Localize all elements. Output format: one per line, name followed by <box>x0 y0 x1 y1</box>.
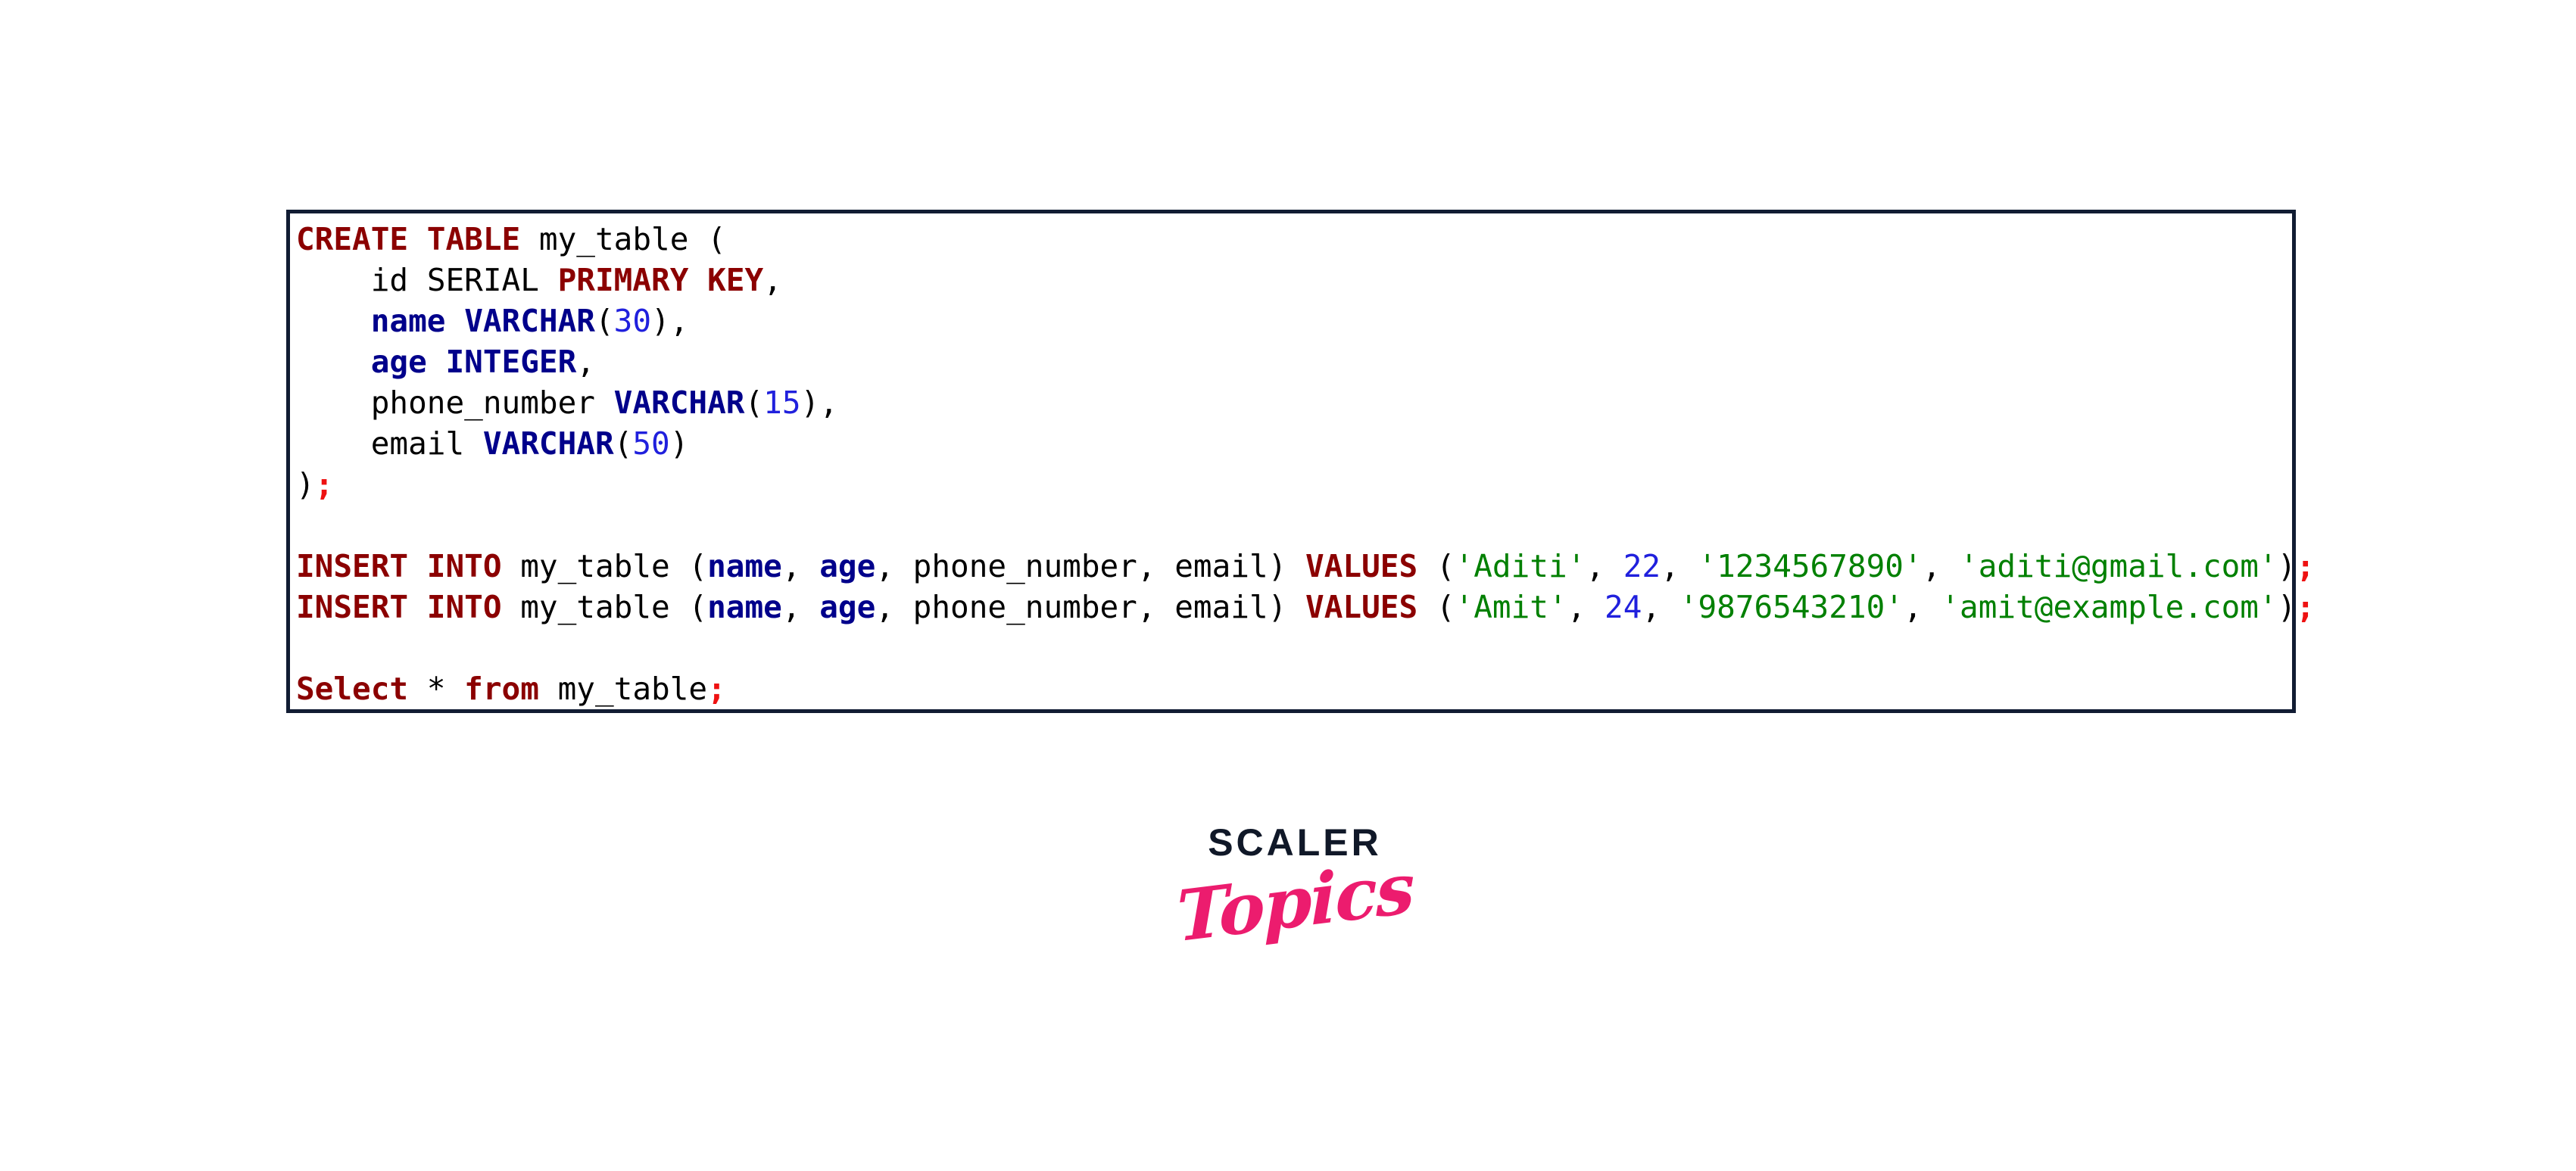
comma-4: , <box>576 344 595 380</box>
insert-col-age-1: age <box>819 548 876 584</box>
paren-open-3: ( <box>594 303 614 339</box>
comma-10a: , <box>781 589 820 625</box>
code-line-11-blank <box>296 628 2315 668</box>
keyword-into-2: INTO <box>426 589 502 625</box>
value-name-1: 'Aditi' <box>1455 548 1586 584</box>
value-email-1: 'aditi@gmail.com' <box>1960 548 2278 584</box>
logo-topics-script: Topics <box>1176 846 1414 958</box>
comma-9e: , <box>1661 548 1698 584</box>
value-age-2: 24 <box>1605 589 1642 625</box>
size-30: 30 <box>613 303 652 339</box>
value-name-2: 'Amit' <box>1455 589 1567 625</box>
comma-9c: , <box>1137 548 1175 584</box>
keyword-select: Select <box>296 671 409 707</box>
insert-table-1: my_table <box>520 548 670 584</box>
insert-col-name-1: name <box>707 548 782 584</box>
size-50: 50 <box>632 425 670 462</box>
keyword-primary: PRIMARY <box>557 262 689 298</box>
paren-close-10: ) <box>1268 589 1306 625</box>
comma-10c: , <box>1137 589 1175 625</box>
semicolon-12: ; <box>707 671 726 707</box>
value-email-2: 'amit@example.com' <box>1941 589 2278 625</box>
comma-10d: , <box>1567 589 1605 625</box>
paren-open-10: ( <box>688 589 708 625</box>
code-line-1: CREATE TABLE my_table ( <box>296 219 2315 260</box>
keyword-insert-2: INSERT <box>296 589 409 625</box>
code-line-9: INSERT INTO my_table (name, age, phone_n… <box>296 546 2315 587</box>
logo-topics-wrapper: Topics <box>1166 847 1424 958</box>
paren-open-5: ( <box>744 385 764 421</box>
values-paren-close-9: ) <box>2277 548 2297 584</box>
comma-9b: , <box>875 548 913 584</box>
code-line-12: Select * from my_table; <box>296 668 2315 709</box>
paren-open-6: ( <box>613 425 633 462</box>
keyword-create: CREATE <box>296 221 409 257</box>
insert-col-phone-1: phone_number <box>912 548 1137 584</box>
paren-open-9: ( <box>688 548 708 584</box>
sql-code-block: CREATE TABLE my_table ( id SERIAL PRIMAR… <box>290 219 2315 709</box>
value-age-1: 22 <box>1623 548 1661 584</box>
type-varchar-50: VARCHAR <box>482 425 614 462</box>
keyword-table: TABLE <box>426 221 521 257</box>
comma-10e: , <box>1642 589 1679 625</box>
value-phone-1: '1234567890' <box>1698 548 1923 584</box>
size-15: 15 <box>763 385 801 421</box>
comma-10b: , <box>875 589 913 625</box>
value-phone-2: '9876543210' <box>1679 589 1904 625</box>
code-line-7: ); <box>296 464 2315 505</box>
column-age: age <box>370 344 427 380</box>
scaler-topics-logo: SCALER Topics <box>1166 821 1424 1018</box>
type-varchar-30: VARCHAR <box>464 303 595 339</box>
select-table: my_table <box>557 671 708 707</box>
open-paren: ( <box>707 221 726 257</box>
insert-col-age-2: age <box>819 589 876 625</box>
keyword-values-2: VALUES <box>1305 589 1418 625</box>
code-line-3: name VARCHAR(30), <box>296 301 2315 341</box>
type-integer: INTEGER <box>445 344 577 380</box>
insert-table-2: my_table <box>520 589 670 625</box>
keyword-into-1: INTO <box>426 548 502 584</box>
type-varchar-15: VARCHAR <box>613 385 745 421</box>
identifier-table-name: my_table <box>538 221 689 257</box>
keyword-key: KEY <box>707 262 764 298</box>
values-paren-open-9: ( <box>1436 548 1455 584</box>
code-line-10: INSERT INTO my_table (name, age, phone_n… <box>296 587 2315 628</box>
values-paren-close-10: ) <box>2277 589 2297 625</box>
comma-10f: , <box>1903 589 1941 625</box>
close-paren: ) <box>296 466 315 503</box>
insert-col-phone-2: phone_number <box>912 589 1137 625</box>
type-serial: SERIAL <box>426 262 539 298</box>
semicolon-7: ; <box>314 466 334 503</box>
comma-1: , <box>763 262 782 298</box>
column-email: email <box>370 425 465 462</box>
star-glob: * <box>426 671 446 707</box>
keyword-values-1: VALUES <box>1305 548 1418 584</box>
code-line-6: email VARCHAR(50) <box>296 423 2315 464</box>
keyword-insert-1: INSERT <box>296 548 409 584</box>
semicolon-10: ; <box>2296 589 2316 625</box>
paren-close-5: ), <box>800 385 838 421</box>
comma-9d: , <box>1586 548 1623 584</box>
paren-close-9: ) <box>1268 548 1306 584</box>
code-line-5: phone_number VARCHAR(15), <box>296 382 2315 423</box>
keyword-from: from <box>464 671 539 707</box>
code-line-4: age INTEGER, <box>296 341 2315 382</box>
semicolon-9: ; <box>2296 548 2316 584</box>
sql-code-panel: CREATE TABLE my_table ( id SERIAL PRIMAR… <box>286 210 2315 713</box>
insert-col-email-1: email <box>1174 548 1268 584</box>
column-phone-number: phone_number <box>370 385 595 421</box>
column-name: name <box>370 303 446 339</box>
paren-close-6: ) <box>669 425 689 462</box>
column-id: id <box>370 262 409 298</box>
values-paren-open-10: ( <box>1436 589 1455 625</box>
paren-close-3: ), <box>651 303 689 339</box>
comma-9a: , <box>781 548 820 584</box>
insert-col-email-2: email <box>1174 589 1268 625</box>
sql-code: CREATE TABLE my_table ( id SERIAL PRIMAR… <box>296 219 2315 709</box>
code-line-8-blank <box>296 505 2315 546</box>
insert-col-name-2: name <box>707 589 782 625</box>
code-line-2: id SERIAL PRIMARY KEY, <box>296 260 2315 301</box>
comma-9f: , <box>1922 548 1960 584</box>
